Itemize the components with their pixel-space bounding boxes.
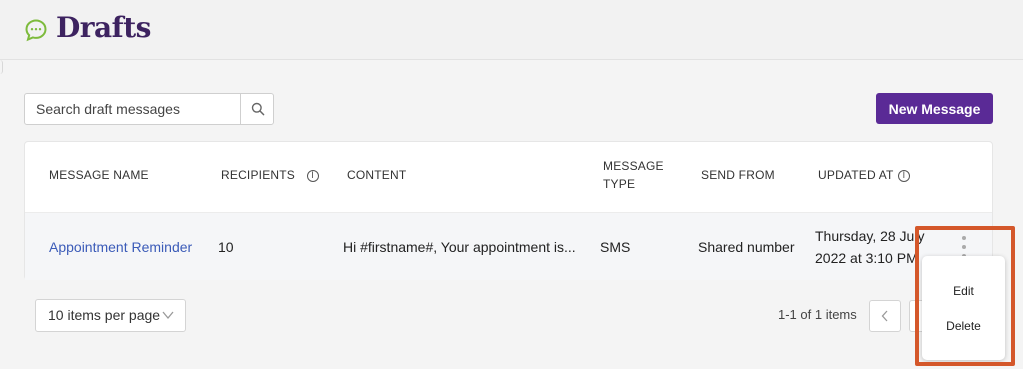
chat-bubble-icon	[25, 19, 47, 42]
sidebar-edge[interactable]	[0, 60, 3, 74]
drafts-table: MESSAGE NAME RECIPIENTS i CONTENT MESSAG…	[24, 141, 993, 280]
previous-page-button[interactable]	[869, 300, 901, 332]
column-header-label: MESSAGE	[603, 159, 664, 173]
chevron-down-icon	[162, 311, 174, 320]
updated-at-date: Thursday, 28 July	[815, 228, 925, 244]
annotation-highlight-box	[915, 226, 1015, 366]
column-header-recipients[interactable]: RECIPIENTS i	[221, 166, 319, 184]
recipients-cell: 10	[218, 239, 234, 255]
column-header-content[interactable]: CONTENT	[347, 166, 406, 184]
updated-at-cell: Thursday, 28 July 2022 at 3:10 PM	[815, 225, 924, 269]
search-input[interactable]	[25, 94, 240, 124]
page-header: Drafts	[0, 0, 1023, 60]
message-type-cell: SMS	[600, 239, 631, 255]
column-header-label: RECIPIENTS	[221, 168, 296, 182]
send-from-cell: Shared number	[698, 239, 795, 255]
column-header-send-from[interactable]: SEND FROM	[701, 166, 775, 184]
info-icon[interactable]: i	[306, 169, 319, 182]
message-name-link[interactable]: Appointment Reminder	[49, 236, 192, 258]
column-header-label: UPDATED AT	[818, 168, 894, 182]
column-header-message-name[interactable]: MESSAGE NAME	[49, 166, 149, 184]
items-per-page-select[interactable]: 10 items per page	[35, 299, 186, 332]
pagination-range: 1-1 of 1 items	[778, 307, 857, 322]
column-header-label: TYPE	[603, 177, 636, 191]
info-icon[interactable]: i	[897, 169, 910, 182]
chevron-left-icon	[881, 310, 888, 322]
content-cell: Hi #firstname#, Your appointment is...	[343, 239, 576, 255]
updated-at-time: 2022 at 3:10 PM	[815, 250, 918, 266]
column-header-message-type[interactable]: MESSAGE TYPE	[603, 157, 664, 193]
search-button[interactable]	[240, 94, 274, 124]
page-title: Drafts	[56, 11, 151, 44]
new-message-button[interactable]: New Message	[876, 93, 993, 124]
search-box	[24, 93, 274, 125]
search-icon	[251, 102, 264, 116]
items-per-page-value: 10 items per page	[48, 307, 161, 323]
column-header-updated-at[interactable]: UPDATED AT i	[818, 166, 910, 184]
table-row[interactable]: Appointment Reminder 10 Hi #firstname#, …	[25, 212, 992, 280]
